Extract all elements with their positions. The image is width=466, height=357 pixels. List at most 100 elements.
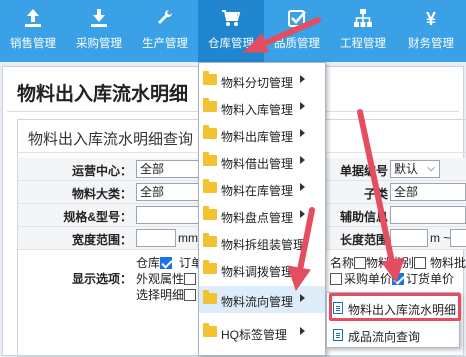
option-category-label: 物料类别 (366, 256, 415, 270)
length-min-input[interactable] (390, 229, 428, 247)
menu-item-material-lending[interactable]: 物料借出管理 (199, 148, 325, 175)
nav-sales-label: 销售管理 (10, 38, 56, 50)
folder-icon (203, 233, 217, 247)
nav-production-label: 生产管理 (142, 38, 188, 50)
menu-item-material-instock[interactable]: 物料在库管理 (199, 175, 325, 202)
upload-icon (0, 8, 66, 30)
menu-item-hq-label[interactable]: HQ标签管理 (199, 319, 325, 346)
option-appearance-checkbox[interactable] (184, 273, 197, 285)
chevron-right-icon (300, 102, 305, 110)
nav-purchase-label: 采购管理 (76, 38, 122, 50)
menu-item-material-cutting[interactable]: 物料分切管理 (199, 67, 325, 94)
menu-item-label: 物料分切管理 (221, 76, 294, 90)
doc-number-select[interactable]: 默认 ⌵ (390, 160, 440, 178)
menu-item-label: 物料盘点管理 (221, 211, 294, 225)
menu-item-label: 物料入库管理 (221, 103, 294, 117)
chevron-right-icon (300, 75, 305, 83)
nav-finance[interactable]: ¥ 财务管理 (396, 0, 466, 62)
option-order-price-checkbox[interactable] (392, 273, 405, 285)
submenu-item-product-flow[interactable]: 成品流向查询 (327, 322, 459, 348)
nav-finance-label: 财务管理 (408, 38, 454, 50)
chevron-down-icon: ⌵ (427, 163, 435, 174)
option-purchase-price[interactable]: 采购单价 订货单价 (330, 270, 454, 287)
option-purchase-price-checkbox[interactable] (330, 273, 342, 285)
option-order-price-label: 订货单价 (406, 272, 455, 286)
nav-production[interactable]: 生产管理 (132, 0, 198, 62)
check-icon (264, 8, 330, 30)
folder-icon (203, 125, 217, 139)
spec-label: 规格&型号： (63, 210, 132, 224)
top-navigation-bar: 销售管理 采购管理 生产管理 仓库管理 品质管理 工程管理 ¥ 财务管理 (0, 0, 466, 62)
option-appearance-label: 外观属性 (136, 272, 185, 286)
length-max-input[interactable] (450, 229, 466, 247)
option-appearance[interactable]: 外观属性 (136, 270, 198, 287)
menu-item-label: 物料流向管理 (221, 295, 294, 309)
menu-item-material-outbound[interactable]: 物料出库管理 (199, 121, 325, 148)
menu-item-label: 物料拆组装管理 (221, 238, 306, 252)
chevron-right-icon (300, 294, 305, 302)
option-name-checkbox[interactable] (354, 257, 367, 269)
option-detail-label: 选择明细 (136, 288, 185, 302)
highlight-box (329, 293, 461, 321)
chevron-right-icon (300, 183, 305, 191)
option-category[interactable]: 物料类别 (366, 254, 428, 271)
menu-item-material-inventory-count[interactable]: 物料盘点管理 (199, 202, 325, 229)
option-detail[interactable]: 选择明细 (136, 286, 198, 303)
query-panel-title: 物料出入库流水明细查询 (28, 131, 194, 148)
option-name[interactable]: 名称 (330, 254, 368, 271)
yen-icon: ¥ (425, 9, 436, 29)
category-select[interactable]: 全部 (136, 183, 204, 201)
option-batch-label: 物料批号 (430, 256, 466, 270)
page-title: 物料出入库流水明细 (17, 84, 189, 105)
doc-number-value: 默认 (394, 162, 419, 176)
menu-item-material-inbound[interactable]: 物料入库管理 (199, 94, 325, 121)
document-icon (333, 329, 343, 341)
aux-info-input[interactable] (390, 206, 466, 224)
menu-item-material-flow[interactable]: 物料流向管理 (199, 286, 325, 313)
center-select[interactable]: 全部 (136, 160, 204, 178)
folder-icon (203, 98, 217, 112)
option-warehouse[interactable]: 仓库 (136, 254, 174, 271)
menu-item-label: HQ标签管理 (221, 328, 288, 342)
center-label: 运营中心： (71, 164, 132, 178)
folder-icon (203, 71, 217, 85)
option-name-label: 名称 (330, 256, 355, 270)
nav-engineering-label: 工程管理 (340, 38, 386, 50)
sitemap-icon (330, 8, 396, 30)
chevron-right-icon (300, 129, 305, 137)
width-unit: mm (178, 231, 198, 245)
spec-input[interactable] (136, 206, 204, 224)
folder-icon (203, 290, 217, 304)
length-unit: m ~ (430, 231, 451, 245)
folder-icon (203, 152, 217, 166)
warehouse-dropdown-menu: 物料分切管理 物料入库管理 物料出库管理 物料借出管理 物料在库管理 物料盘点管… (198, 62, 326, 356)
folder-icon (203, 323, 217, 337)
menu-item-label: 物料在库管理 (221, 184, 294, 198)
nav-sales[interactable]: 销售管理 (0, 0, 66, 62)
nav-quality[interactable]: 品质管理 (264, 0, 330, 62)
option-batch[interactable]: 物料批号 (430, 254, 466, 271)
folder-icon (203, 206, 217, 220)
nav-warehouse-label: 仓库管理 (208, 38, 254, 50)
nav-purchase[interactable]: 采购管理 (66, 0, 132, 62)
wrench-icon (132, 8, 198, 30)
download-icon (66, 8, 132, 30)
subclass-select[interactable]: 全部 (390, 183, 466, 201)
nav-quality-label: 品质管理 (274, 38, 320, 50)
menu-item-label: 物料借出管理 (221, 157, 294, 171)
display-options-label: 显示选项： (71, 272, 132, 286)
option-detail-checkbox[interactable] (184, 289, 197, 301)
menu-item-material-transfer[interactable]: 物料调拨管理 (199, 256, 325, 283)
nav-warehouse[interactable]: 仓库管理 (198, 0, 264, 62)
menu-item-label: 物料出库管理 (221, 130, 294, 144)
cart-icon (198, 8, 264, 30)
width-range-label: 宽度范围： (71, 233, 132, 247)
option-warehouse-checkbox[interactable] (160, 257, 173, 269)
category-label: 物料大类： (71, 187, 132, 201)
nav-engineering[interactable]: 工程管理 (330, 0, 396, 62)
chevron-right-icon (300, 210, 305, 218)
menu-item-material-disassembly[interactable]: 物料拆组装管理 (199, 229, 325, 256)
width-min-input[interactable] (136, 229, 176, 247)
chevron-right-icon (300, 156, 305, 164)
option-category-checkbox[interactable] (414, 257, 427, 269)
